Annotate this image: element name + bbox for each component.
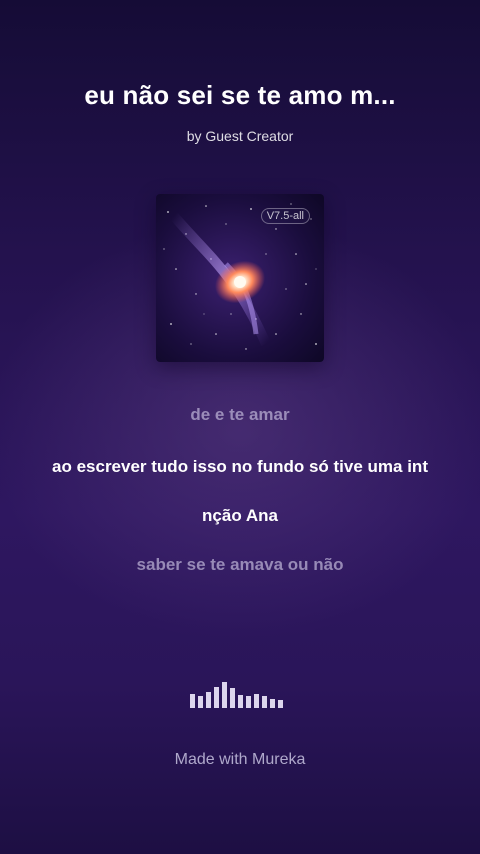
audio-visualizer [190,682,290,708]
visualizer-bar [278,700,283,708]
visualizer-bar [206,692,211,708]
footer-credit: Made with Mureka [174,751,306,768]
lyric-line-next: saber se te amava ou não [136,555,344,574]
visualizer-bar [254,694,259,708]
lyric-line-previous: de e te amar [190,405,290,424]
visualizer-bar [222,682,227,708]
visualizer-bar [214,687,219,708]
visualizer-bar [238,695,243,708]
visualizer-bar [270,699,275,708]
visualizer-bar [262,696,267,708]
artist-byline: by Guest Creator [186,128,294,144]
version-badge: V7.5-all [260,208,310,224]
visualizer-bar [246,696,251,708]
lyric-line-current-continued: nção Ana [202,506,278,525]
lyric-line-current: ao escrever tudo isso no fundo só tive u… [52,457,428,476]
visualizer-bar [190,694,195,708]
visualizer-bar [198,696,203,708]
visualizer-bar [230,688,235,708]
album-cover: V7.5-all [156,194,324,362]
song-title: eu não sei se te amo m... [84,80,396,110]
